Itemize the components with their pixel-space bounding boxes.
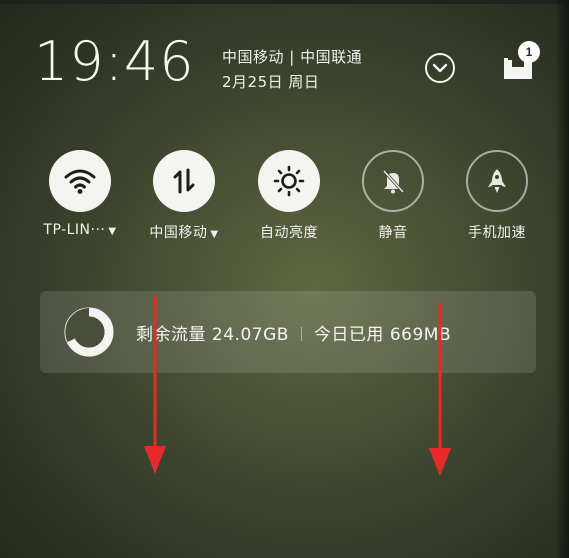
toggle-phone-boost-circle[interactable] bbox=[466, 150, 528, 212]
chevron-down-icon bbox=[425, 53, 455, 83]
toggle-mobile-data-label-row: 中国移动 ▼ bbox=[134, 222, 234, 242]
expand-chevron-button[interactable] bbox=[424, 52, 456, 84]
today-used-label: 今日已用 bbox=[313, 325, 384, 345]
brightness-icon bbox=[273, 165, 305, 197]
date-weekday: 2月25日 周日 bbox=[222, 73, 320, 91]
data-usage-card[interactable]: 剩余流量 24.07GB 今日已用 669MB bbox=[40, 291, 536, 373]
right-frame-edge bbox=[555, 0, 569, 558]
toggle-wifi-circle[interactable] bbox=[49, 150, 111, 212]
toggle-auto-brightness[interactable]: 自动亮度 bbox=[239, 150, 339, 242]
toggle-mute-circle[interactable] bbox=[362, 150, 424, 212]
caret-down-icon: ▼ bbox=[108, 226, 117, 237]
toggle-mobile-data-circle[interactable] bbox=[153, 150, 215, 212]
toggle-auto-brightness-circle[interactable] bbox=[258, 150, 320, 212]
toggle-mute[interactable]: 静音 bbox=[343, 150, 443, 242]
toggle-phone-boost[interactable]: 手机加速 bbox=[447, 150, 547, 242]
carrier-names: 中国移动 | 中国联通 bbox=[222, 48, 363, 66]
toggle-wifi-label: TP-LIN··· bbox=[43, 222, 106, 238]
data-transfer-icon bbox=[173, 168, 195, 194]
toggle-mobile-data-label: 中国移动 bbox=[149, 225, 208, 241]
clock-time: 19:46 bbox=[34, 30, 195, 93]
annotation-arrow-left bbox=[144, 296, 166, 474]
toggle-auto-brightness-label: 自动亮度 bbox=[260, 225, 318, 241]
mute-bell-icon bbox=[382, 169, 405, 194]
toggle-mute-label: 静音 bbox=[378, 225, 408, 241]
top-frame-edge bbox=[0, 0, 569, 4]
inbox-count-badge: 1 bbox=[518, 41, 540, 63]
data-usage-text: 剩余流量 24.07GB 今日已用 669MB bbox=[136, 320, 451, 345]
annotation-arrow-right bbox=[429, 303, 451, 476]
toggle-wifi-label-row: TP-LIN··· ▼ bbox=[30, 222, 130, 238]
data-usage-ring-icon bbox=[64, 307, 114, 357]
remaining-data-value: 24.07GB bbox=[211, 325, 289, 345]
caret-down-icon: ▼ bbox=[210, 229, 219, 240]
toggle-phone-boost-label: 手机加速 bbox=[468, 225, 526, 241]
rocket-icon bbox=[488, 169, 506, 193]
wifi-icon bbox=[64, 169, 96, 194]
separator bbox=[300, 327, 302, 341]
toggle-wifi[interactable]: TP-LIN··· ▼ bbox=[30, 150, 130, 238]
toggle-mobile-data[interactable]: 中国移动 ▼ bbox=[134, 150, 234, 242]
